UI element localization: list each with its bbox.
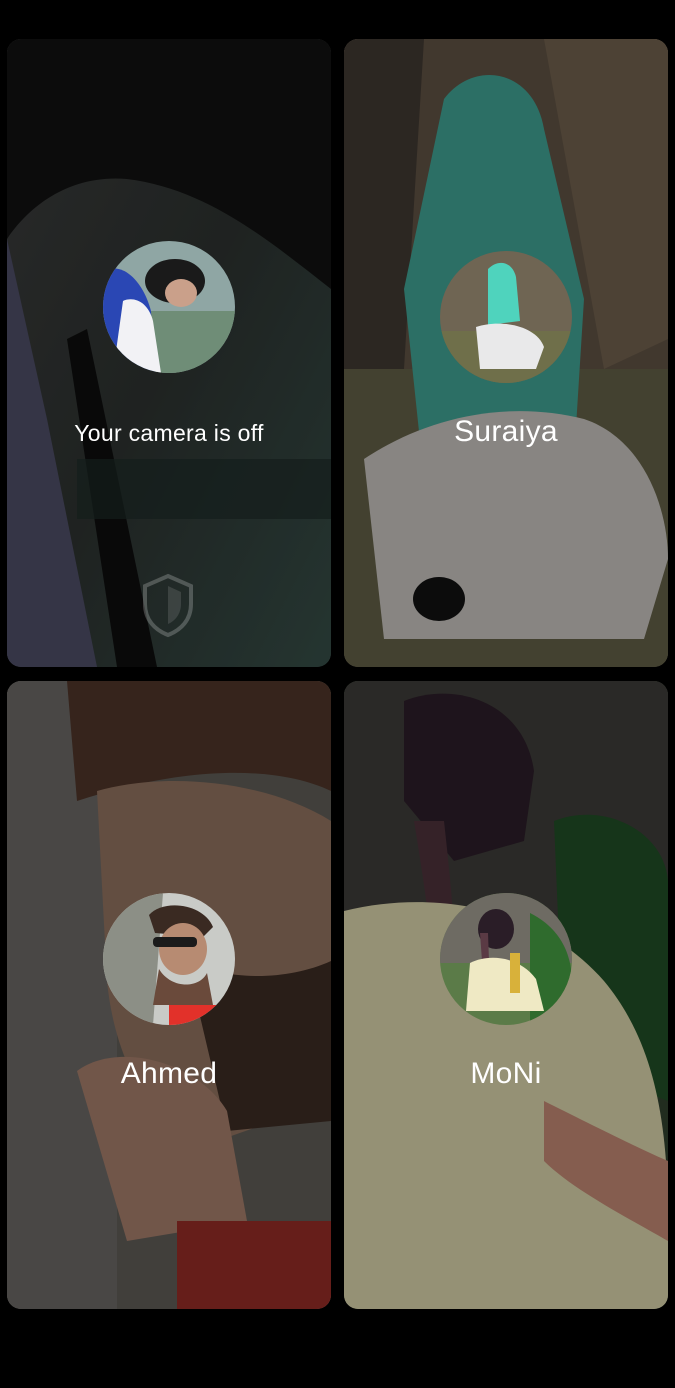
participant-tile-suraiya[interactable]: Suraiya [344,39,668,667]
suraiya-avatar [440,251,572,383]
ahmed-avatar [103,893,235,1025]
participant-name-moni: MoNi [470,1057,542,1090]
camera-off-status: Your camera is off [74,420,264,446]
shield-icon [143,573,193,638]
participant-name-ahmed: Ahmed [120,1057,218,1090]
moni-avatar [440,893,572,1025]
self-avatar [103,241,235,373]
participant-tile-ahmed[interactable]: Ahmed [7,681,331,1309]
participant-name-suraiya: Suraiya [454,415,558,448]
participant-tile-self[interactable]: Your camera is off [7,39,331,667]
participant-tile-moni[interactable]: MoNi [344,681,668,1309]
